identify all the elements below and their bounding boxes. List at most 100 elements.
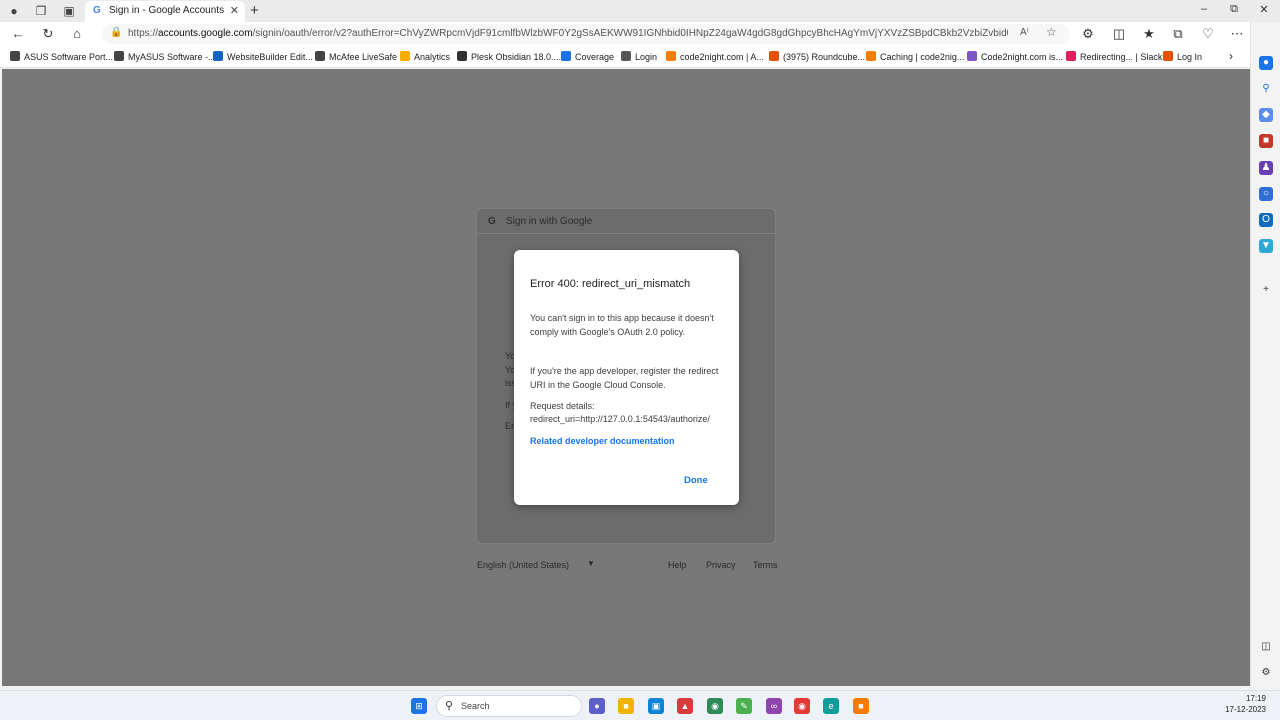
tab-sign-in[interactable]: G Sign in - Google Accounts ✕	[85, 1, 245, 22]
bookmark-favicon-icon	[10, 51, 20, 61]
bookmark-item[interactable]: Caching | code2nig...	[866, 51, 964, 62]
drop-icon[interactable]: ▼	[1259, 239, 1273, 253]
browser-essentials-icon[interactable]: ♡	[1200, 26, 1216, 42]
tab-actions-icon[interactable]: ▣	[61, 3, 77, 19]
bookmark-favicon-icon	[400, 51, 410, 61]
title-bar: ● ❐ ▣ G Sign in - Google Accounts ✕ + – …	[0, 0, 1280, 22]
chevron-down-icon[interactable]: ▼	[587, 559, 595, 568]
taskbar: ⊞ ⚲ Search ● ■ ▣ ▲ ◉ ✎ ∞ ◉ e ■ 17:19 17-…	[0, 690, 1280, 720]
tools-icon[interactable]: ■	[1259, 134, 1273, 148]
close-tab-icon[interactable]: ✕	[230, 4, 239, 17]
privacy-link[interactable]: Privacy	[706, 560, 736, 570]
bookmark-label: Redirecting... | Slack	[1080, 52, 1163, 62]
url-scheme: https://	[128, 28, 159, 39]
request-details-value: redirect_uri=http://127.0.0.1:54543/auth…	[530, 414, 710, 424]
url-text[interactable]: https://accounts.google.com/signin/oauth…	[128, 28, 1008, 39]
workspaces-icon[interactable]: ❐	[33, 3, 49, 19]
bookmark-label: Login	[635, 52, 658, 62]
bookmark-item[interactable]: Plesk Obsidian 18.0....	[457, 51, 561, 62]
new-tab-icon[interactable]: +	[250, 2, 259, 19]
bookmark-item[interactable]: Login	[621, 51, 657, 62]
bookmark-item[interactable]: Coverage	[561, 51, 614, 62]
bookmark-favicon-icon	[967, 51, 977, 61]
visual-studio-icon[interactable]: ∞	[766, 698, 782, 714]
favorite-star-icon[interactable]: ☆	[1046, 25, 1057, 39]
bookmark-label: ASUS Software Port...	[24, 52, 114, 62]
edge-icon[interactable]: e	[823, 698, 839, 714]
office-icon[interactable]: ○	[1259, 187, 1273, 201]
terms-link[interactable]: Terms	[753, 560, 778, 570]
sidebar-toggle-icon[interactable]: ◫	[1259, 640, 1273, 654]
dialog-title: Error 400: redirect_uri_mismatch	[530, 278, 691, 290]
games-icon[interactable]: ♟	[1259, 161, 1273, 175]
app-red-icon[interactable]: ▲	[677, 698, 693, 714]
bookmark-favicon-icon	[1163, 51, 1173, 61]
gear-icon[interactable]: ⚙	[1259, 666, 1273, 680]
settings-more-icon[interactable]: ⋯	[1229, 26, 1245, 42]
remote-desktop-icon[interactable]: ▣	[648, 698, 664, 714]
bookmark-label: Code2night.com is...	[981, 52, 1064, 62]
signin-header-title: Sign in with Google	[506, 216, 593, 227]
bookmark-item[interactable]: MyASUS Software -...	[114, 51, 216, 62]
bookmark-favicon-icon	[561, 51, 571, 61]
edge-sidebar: ● ⚲ ◆ ■ ♟ ○ O ▼ + ◫ ⚙	[1250, 22, 1280, 690]
bookmark-label: code2night.com | A...	[680, 52, 764, 62]
shopping-icon[interactable]: ◆	[1259, 108, 1273, 122]
bookmark-label: Caching | code2nig...	[880, 52, 965, 62]
bookmark-item[interactable]: WebsiteBuilder Edit...	[213, 51, 313, 62]
search-icon[interactable]: ⚲	[1259, 82, 1273, 96]
bookmark-item[interactable]: ASUS Software Port...	[10, 51, 113, 62]
clock-date[interactable]: 17-12-2023	[1218, 705, 1266, 714]
back-icon[interactable]: ←	[10, 26, 26, 42]
close-window-icon[interactable]: ✕	[1256, 3, 1272, 16]
bookmark-item[interactable]: Analytics	[400, 51, 450, 62]
bookmark-label: Analytics	[414, 52, 451, 62]
lock-icon[interactable]: 🔒	[110, 27, 122, 38]
screen: ● ❐ ▣ G Sign in - Google Accounts ✕ + – …	[0, 0, 1280, 720]
split-screen-icon[interactable]: ◫	[1111, 26, 1127, 42]
bookmark-favicon-icon	[1066, 51, 1076, 61]
more-bookmarks-icon[interactable]: ›	[1229, 49, 1233, 63]
taskbar-search[interactable]: ⚲ Search	[436, 695, 582, 717]
chat-icon[interactable]: ●	[589, 698, 605, 714]
file-explorer-icon[interactable]: ■	[618, 698, 634, 714]
bookmark-item[interactable]: Code2night.com is...	[967, 51, 1063, 62]
bookmark-item[interactable]: Redirecting... | Slack	[1066, 51, 1162, 62]
bookmark-item[interactable]: Log In	[1163, 51, 1202, 62]
outlook-icon[interactable]: O	[1259, 213, 1273, 227]
url-path: /signin/oauth/error/v2?authError=ChVyZWR…	[252, 28, 1008, 39]
minimize-icon[interactable]: –	[1196, 3, 1212, 15]
add-icon[interactable]: +	[1259, 283, 1273, 297]
google-logo-icon: G	[488, 216, 496, 227]
refresh-icon[interactable]: ↻	[40, 26, 56, 42]
bookmark-favicon-icon	[666, 51, 676, 61]
profile-icon[interactable]: ●	[6, 3, 22, 19]
bookmark-item[interactable]: code2night.com | A...	[666, 51, 764, 62]
bookmark-favicon-icon	[114, 51, 124, 61]
help-link[interactable]: Help	[668, 560, 687, 570]
language-selector[interactable]: English (United States)	[477, 560, 569, 570]
extensions-icon[interactable]: ⚙	[1080, 26, 1096, 42]
search-icon: ⚲	[445, 700, 454, 712]
collections-icon[interactable]: ⧉	[1170, 26, 1186, 42]
app-orange-icon[interactable]: ■	[853, 698, 869, 714]
dialog-developer-text: If you're the app developer, register th…	[530, 366, 719, 390]
signin-header: G Sign in with Google	[477, 209, 775, 234]
home-icon[interactable]: ⌂	[69, 26, 85, 42]
navigation-bar: ← ↻ ⌂ 🔒 https://accounts.google.com/sign…	[0, 22, 1280, 46]
bookmark-label: WebsiteBuilder Edit...	[227, 52, 313, 62]
bell-icon[interactable]: ●	[1259, 56, 1273, 70]
bookmark-item[interactable]: (3975) Roundcube...	[769, 51, 865, 62]
chrome-icon[interactable]: ◉	[794, 698, 810, 714]
notepad-icon[interactable]: ✎	[736, 698, 752, 714]
done-button[interactable]: Done	[684, 475, 708, 486]
read-aloud-icon[interactable]: A⁽	[1020, 27, 1029, 38]
address-bar[interactable]: 🔒 https://accounts.google.com/signin/oau…	[102, 24, 1070, 44]
clock-time[interactable]: 17:19	[1236, 694, 1266, 703]
windows-start-icon[interactable]: ⊞	[411, 698, 427, 714]
favorites-icon[interactable]: ★	[1141, 26, 1157, 42]
chrome-dev-icon[interactable]: ◉	[707, 698, 723, 714]
bookmark-item[interactable]: McAfee LiveSafe	[315, 51, 397, 62]
developer-docs-link[interactable]: Related developer documentation	[530, 436, 675, 446]
restore-icon[interactable]: ⧉	[1226, 3, 1242, 16]
